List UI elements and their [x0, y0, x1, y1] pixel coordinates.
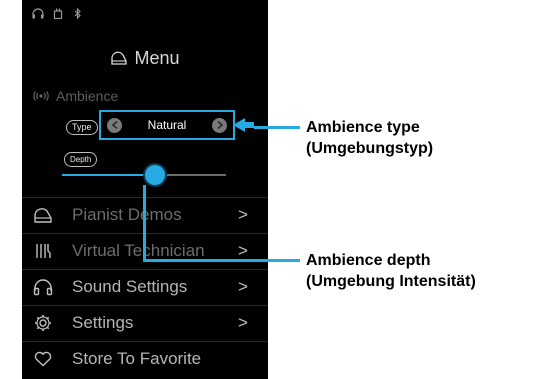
menu-item-label: Virtual Technician: [72, 241, 205, 260]
ambience-depth-callout: Ambience depth (Umgebung Intensität): [306, 250, 476, 292]
type-callout-arrow: [232, 118, 254, 132]
ambience-type-value: Natural: [147, 118, 187, 132]
chevron-right-icon: >: [238, 277, 248, 296]
callout-line: Ambience type: [306, 119, 420, 136]
technician-icon: [32, 242, 54, 260]
chevron-right-icon: >: [238, 205, 248, 224]
menu-item-label: Settings: [72, 313, 134, 332]
depth-callout-horizontal-line: [143, 259, 300, 262]
menu-item-label: Sound Settings: [72, 277, 188, 296]
menu-item-store-to-favorite[interactable]: Store To Favorite: [22, 341, 268, 377]
callout-line: (Umgebung Intensität): [306, 273, 476, 290]
depth-callout-vertical-line: [143, 185, 146, 261]
chevron-left-icon: [111, 121, 118, 129]
previous-type-button[interactable]: [107, 117, 122, 133]
headphones-icon: [32, 278, 54, 296]
slider-thumb[interactable]: [145, 165, 166, 185]
type-callout-line: [254, 126, 300, 129]
menu-item-sound-settings[interactable]: Sound Settings >: [22, 269, 268, 305]
headphones-status-icon: [32, 8, 44, 19]
menu-item-label: Store To Favorite: [72, 349, 202, 368]
ambience-type-selector[interactable]: Natural: [99, 110, 235, 140]
status-bar: [32, 7, 86, 20]
heart-icon: [32, 350, 54, 368]
ambience-heading: Ambience: [32, 88, 118, 104]
next-type-button[interactable]: [212, 117, 227, 133]
ambience-heading-label: Ambience: [56, 88, 119, 104]
callout-line: Ambience depth: [306, 252, 431, 269]
menu-item-label: Pianist Demos: [72, 205, 182, 224]
callout-line: (Umgebungstyp): [306, 140, 434, 157]
slider-fill: [62, 174, 156, 176]
menu-title[interactable]: Menu: [22, 48, 268, 69]
chevron-right-icon: >: [238, 241, 248, 260]
ambience-icon: [32, 88, 50, 104]
piano-icon: [110, 49, 128, 65]
bluetooth-status-icon: [74, 7, 86, 20]
depth-label: Depth: [64, 152, 98, 167]
menu-title-label: Menu: [134, 48, 180, 68]
piano-icon: [32, 206, 54, 224]
type-label: Type: [66, 120, 98, 135]
chevron-right-icon: [216, 121, 223, 129]
menu-item-settings[interactable]: Settings >: [22, 305, 268, 341]
chevron-right-icon: >: [238, 313, 248, 332]
ambience-depth-slider[interactable]: [62, 165, 226, 185]
usb-status-icon: [53, 8, 65, 20]
ambience-type-callout: Ambience type (Umgebungstyp): [306, 117, 433, 159]
gear-icon: [32, 314, 54, 332]
